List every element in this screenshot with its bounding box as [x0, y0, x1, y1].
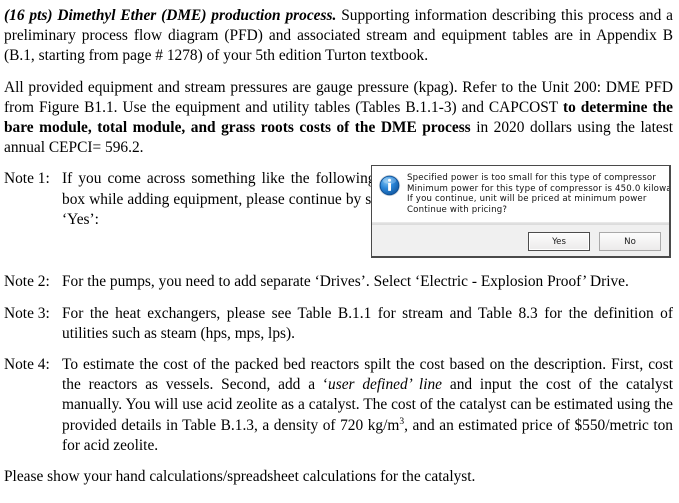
dialog-message-list: Specified power is too small for this ty… — [407, 172, 671, 215]
dialog-message-line-2: Minimum power for this type of compresso… — [407, 183, 671, 194]
dialog-message-line-1: Specified power is too small for this ty… — [407, 173, 657, 183]
dialog-content: Specified power is too small for this ty… — [372, 166, 669, 222]
note-2-label: Note 2: — [4, 273, 50, 291]
paragraph-intro: (16 pts) Dimethyl Ether (DME) production… — [4, 6, 673, 67]
paragraph-instructions: All provided equipment and stream pressu… — [4, 78, 673, 159]
note-1-body: If you come across something like the fo… — [62, 170, 420, 228]
compressor-power-dialog[interactable]: Specified power is too small for this ty… — [371, 165, 671, 258]
note-1-label: Note 1: — [4, 170, 50, 188]
info-icon — [378, 174, 401, 197]
note-3-label: Note 3: — [4, 304, 50, 322]
dialog-button-bar: Yes No — [372, 224, 669, 256]
dialog-message-line-4: Continue with pricing? — [407, 204, 508, 215]
document-page: (16 pts) Dimethyl Ether (DME) production… — [0, 0, 679, 503]
dialog-message-line-3: If you continue, unit will be priced at … — [407, 194, 647, 205]
note-1: Note 1: If you come across something like… — [4, 169, 420, 261]
note-2: Note 2: For the pumps, you need to add se… — [4, 272, 673, 292]
note-4: Note 4: To estimate the cost of the packe… — [4, 355, 673, 456]
note-4-italic: user defined’ line — [328, 376, 443, 394]
closing-line: Please show your hand calculations/sprea… — [4, 468, 476, 486]
yes-button[interactable]: Yes — [528, 232, 590, 251]
assignment-title: Dimethyl Ether (DME) production process. — [57, 7, 337, 24]
points-label: (16 pts) — [4, 7, 53, 24]
note-2-body: For the pumps, you need to add separate … — [62, 273, 629, 291]
note-3-body: For the heat exchangers, please see Tabl… — [62, 304, 673, 342]
note-3: Note 3: For the heat exchangers, please s… — [4, 304, 673, 344]
no-button[interactable]: No — [599, 232, 661, 251]
note-4-label: Note 4: — [4, 356, 50, 374]
